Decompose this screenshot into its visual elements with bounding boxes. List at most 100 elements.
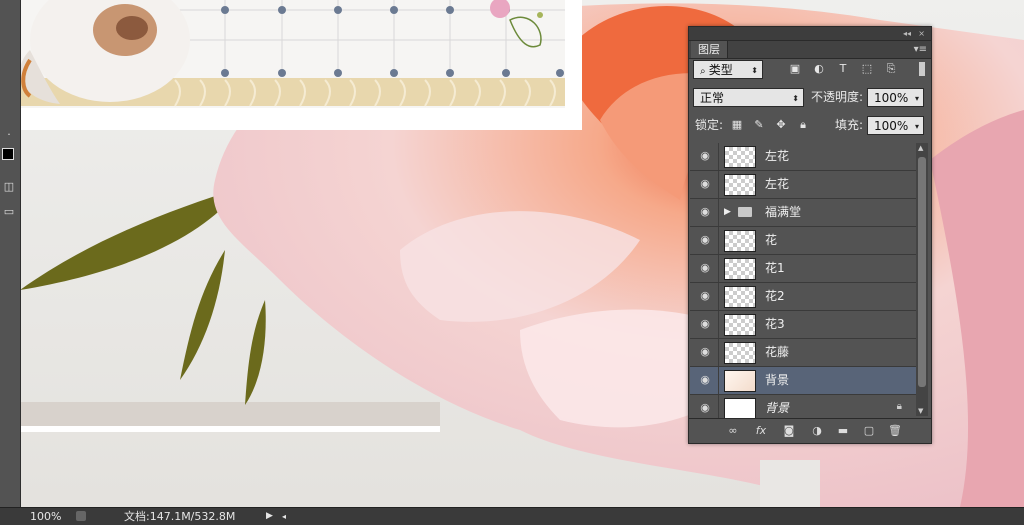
status-menu-arrow-icon[interactable]: ▶ [266,508,273,525]
layer-row[interactable]: ◉ 花3 [690,311,916,339]
layer-list: ◉ 左花 ◉ 左花 ◉ ▶ 福满堂 ◉ 花 ◉ 花1 ◉ 花2 ◉ 花3 ◉ 花… [690,143,916,423]
filter-kind-dropdown[interactable]: ⌕ 类型 ⬍ [693,60,763,79]
layer-name[interactable]: 福满堂 [765,199,801,226]
layer-thumbnail [724,286,756,308]
layer-name[interactable]: 左花 [765,171,789,198]
filter-adjustment-icon[interactable]: ◐ [811,61,827,77]
layer-thumbnail [724,398,756,420]
layer-list-scrollbar[interactable]: ▲ ▼ [916,143,928,416]
scroll-up-icon[interactable]: ▲ [918,144,923,152]
foreground-color-swatch[interactable] [2,148,14,160]
filter-shape-icon[interactable]: ⬚ [859,61,875,77]
layer-name[interactable]: 花3 [765,311,785,338]
layer-row[interactable]: ◉ 花1 [690,255,916,283]
lock-label: 锁定: [695,118,724,132]
eye-icon[interactable]: ◉ [698,401,712,415]
lock-image-icon[interactable]: ✎ [751,117,767,133]
quick-mask-icon[interactable]: ◫ [2,180,16,194]
folder-icon [738,207,752,217]
add-mask-icon[interactable]: ◙ [781,423,797,439]
layer-row[interactable]: ◉ 左花 [690,143,916,171]
scroll-down-icon[interactable]: ▼ [918,407,923,415]
delete-layer-icon[interactable]: 🗑︎ [887,423,903,439]
chevron-updown-icon: ⬍ [751,66,758,75]
eye-icon[interactable]: ◉ [698,233,712,247]
search-icon: ⌕ [700,66,709,77]
layer-thumbnail [724,258,756,280]
eye-icon[interactable]: ◉ [698,149,712,163]
fill-label: 填充: [835,118,864,132]
opacity-value: 100% [874,91,909,105]
eye-icon[interactable]: ◉ [698,177,712,191]
lock-all-icon[interactable]: 🔒︎ [795,117,811,133]
opacity-label: 不透明度: [811,90,864,104]
filter-smartobject-icon[interactable]: ⎘ [883,61,899,77]
new-group-icon[interactable]: ▬ [835,423,851,439]
adjustment-layer-icon[interactable]: ◑ [809,423,825,439]
layer-name[interactable]: 左花 [765,143,789,170]
chevron-down-icon: ▾ [914,122,919,131]
tool-arrow-icon[interactable]: · [2,128,16,142]
panel-titlebar[interactable]: ◂◂ × [689,27,931,41]
zoom-level[interactable]: 100% [30,508,61,525]
chevron-updown-icon: ⬍ [792,94,799,103]
panel-menu-icon[interactable]: ▾≡ [914,41,927,58]
status-bar: 100% 文档:147.1M/532.8M ▶ ◂ [0,507,1024,525]
layer-thumbnail [724,342,756,364]
eye-icon[interactable]: ◉ [698,205,712,219]
layer-row-selected[interactable]: ◉ 背景 [690,367,916,395]
layer-name[interactable]: 花藤 [765,339,789,366]
expand-arrow-icon[interactable]: ▶ [724,199,731,226]
filter-toggle[interactable] [919,62,925,76]
layer-thumbnail [724,230,756,252]
tab-layers[interactable]: 图层 [691,41,728,58]
layer-name[interactable]: 花 [765,227,777,254]
layers-panel: ◂◂ × 图层 ▾≡ ⌕ 类型 ⬍ ▣ ◐ T ⬚ ⎘ 正常 ⬍ 不透明度: 1… [688,26,932,444]
panel-tabbar: 图层 ▾≡ [689,41,931,59]
panel-footer: ∞ fx ◙ ◑ ▬ ▢ 🗑︎ [689,418,931,443]
opacity-field[interactable]: 100% ▾ [867,88,924,107]
eye-icon[interactable]: ◉ [698,373,712,387]
layer-row[interactable]: ◉ 花 [690,227,916,255]
filter-type-icon[interactable]: T [835,61,851,77]
fill-value: 100% [874,119,909,133]
collapse-icon[interactable]: ◂◂ [903,27,911,40]
layer-row[interactable]: ◉ 左花 [690,171,916,199]
doc-info: 文档:147.1M/532.8M [124,510,236,523]
scroll-left-icon[interactable]: ◂ [282,508,286,525]
filter-kind-label: 类型 [708,63,733,77]
doc-info-icon[interactable] [76,511,86,521]
layer-thumbnail [724,174,756,196]
eye-icon[interactable]: ◉ [698,317,712,331]
lock-position-icon[interactable]: ✥ [773,117,789,133]
eye-icon[interactable]: ◉ [698,261,712,275]
eye-icon[interactable]: ◉ [698,345,712,359]
screen-mode-icon[interactable]: ▭ [2,205,16,219]
layer-row[interactable]: ◉ 花藤 [690,339,916,367]
layer-thumbnail [724,146,756,168]
fx-icon[interactable]: fx [753,423,769,439]
lock-transparent-icon[interactable]: ▦ [729,117,745,133]
layer-group-row[interactable]: ◉ ▶ 福满堂 [690,199,916,227]
filter-pixel-icon[interactable]: ▣ [787,61,803,77]
layer-row[interactable]: ◉ 花2 [690,283,916,311]
fill-field[interactable]: 100% ▾ [867,116,924,135]
layer-name[interactable]: 背景 [765,367,789,394]
layer-name[interactable]: 花1 [765,255,785,282]
close-panel-icon[interactable]: × [918,27,925,40]
lock-icon: 🔒︎ [896,401,902,412]
layer-name[interactable]: 花2 [765,283,785,310]
tools-panel: · ◫ ▭ [0,0,21,507]
chevron-down-icon: ▾ [914,94,919,103]
filter-row: ⌕ 类型 ⬍ ▣ ◐ T ⬚ ⎘ [693,60,927,82]
layer-thumbnail [724,370,756,392]
layer-thumbnail [724,314,756,336]
lock-row: 锁定: ▦ ✎ ✥ 🔒︎ 填充: 100% ▾ [693,116,927,138]
blend-row: 正常 ⬍ 不透明度: 100% ▾ [693,88,927,110]
link-layers-icon[interactable]: ∞ [725,423,741,439]
eye-icon[interactable]: ◉ [698,289,712,303]
scroll-thumb[interactable] [918,157,926,387]
blend-mode-dropdown[interactable]: 正常 ⬍ [693,88,804,107]
blend-mode-label: 正常 [700,91,725,105]
new-layer-icon[interactable]: ▢ [861,423,877,439]
